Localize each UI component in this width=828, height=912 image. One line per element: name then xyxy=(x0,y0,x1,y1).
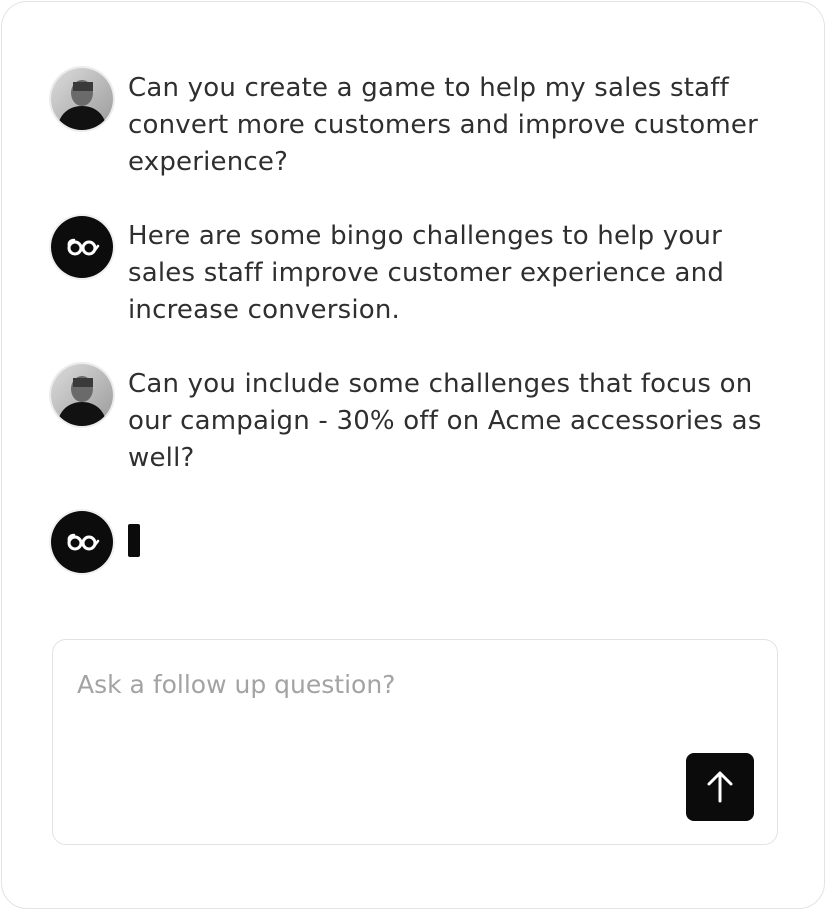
message-assistant: Here are some bingo challenges to help y… xyxy=(51,216,791,336)
glasses-logo-icon xyxy=(67,533,100,551)
message-text: Here are some bingo challenges to help y… xyxy=(128,221,725,325)
user-avatar xyxy=(51,68,113,130)
user-photo-avatar xyxy=(51,364,113,426)
assistant-avatar xyxy=(51,511,113,573)
user-avatar xyxy=(51,364,113,426)
message-user: Can you include some challenges that foc… xyxy=(51,364,791,484)
chat-panel: Can you create a game to help my sales s… xyxy=(1,1,825,909)
message-text: Can you include some challenges that foc… xyxy=(128,369,762,473)
send-button[interactable] xyxy=(686,753,754,821)
typing-cursor xyxy=(128,524,140,557)
arrow-up-icon xyxy=(707,771,733,803)
message-composer xyxy=(52,639,778,845)
message-assistant-typing xyxy=(51,511,791,573)
user-photo-avatar xyxy=(51,68,113,130)
assistant-avatar xyxy=(51,216,113,278)
glasses-logo-icon xyxy=(67,238,100,256)
follow-up-input[interactable] xyxy=(77,668,677,708)
message-text: Can you create a game to help my sales s… xyxy=(128,73,759,177)
message-user: Can you create a game to help my sales s… xyxy=(51,68,791,188)
